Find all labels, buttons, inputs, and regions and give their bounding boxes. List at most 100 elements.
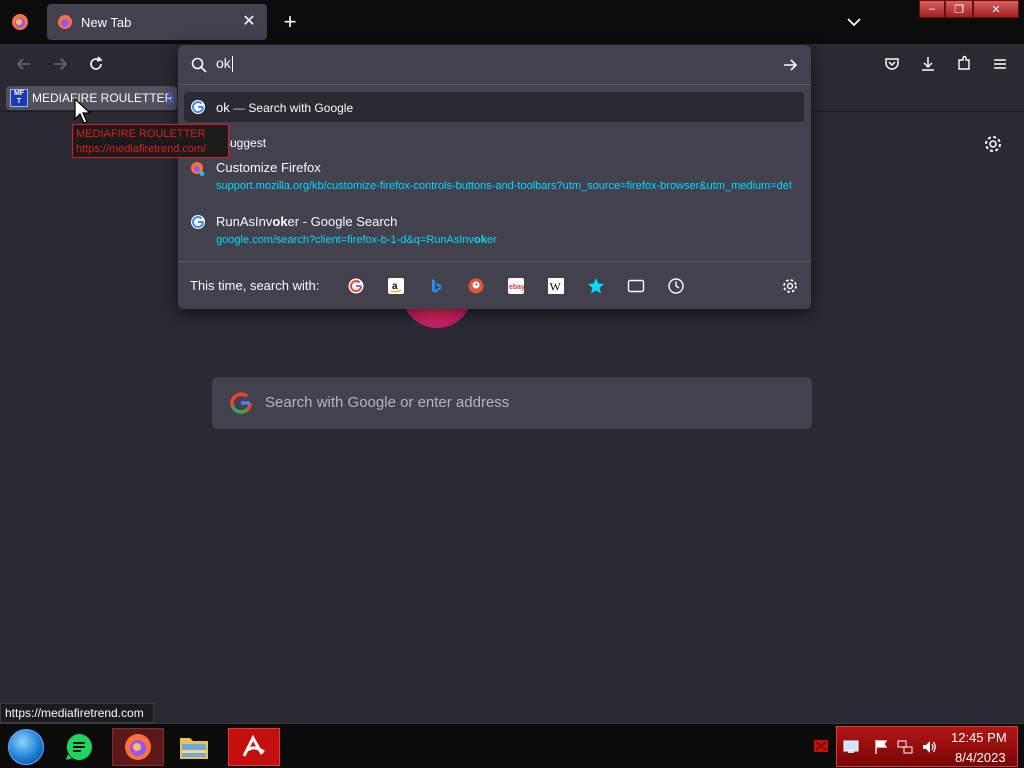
firefox-view-button[interactable] — [0, 0, 40, 44]
download-icon — [922, 57, 934, 71]
result-title-post: er - Google Search — [287, 214, 398, 229]
urlbar-input[interactable]: ok — [216, 55, 776, 75]
tab-strip: New Tab ✕ + – ❐ ✕ — [0, 0, 1024, 44]
taskbar-notes-app[interactable] — [57, 728, 101, 766]
oneoff-wikipedia-button[interactable]: W — [546, 276, 566, 296]
oneoff-history-button[interactable] — [666, 276, 686, 296]
result-title-pre: RunAsInv — [216, 214, 273, 229]
bookmark-favicon: MF T — [10, 89, 28, 107]
app-menu-button[interactable] — [988, 52, 1012, 76]
tab-close-button[interactable]: ✕ — [239, 12, 259, 32]
svg-text:ebay: ebay — [509, 284, 524, 291]
result-url-match: ok — [474, 234, 487, 246]
result-action: Search with Google — [248, 101, 354, 115]
result-title: Customize Firefox — [216, 160, 321, 175]
result-heuristic-search[interactable]: ok — Search with Google — [184, 92, 804, 122]
network-icon[interactable] — [897, 739, 913, 755]
list-all-tabs-button[interactable] — [842, 10, 866, 34]
start-button[interactable] — [4, 728, 48, 766]
google-icon — [191, 100, 205, 114]
clock-time[interactable]: 12:45 PM — [951, 730, 1007, 745]
result-customize-firefox[interactable]: Customize Firefox support.mozilla.org/kb… — [184, 155, 804, 199]
minimize-button[interactable]: – — [919, 0, 945, 18]
puzzle-icon — [958, 55, 970, 70]
close-window-button[interactable]: ✕ — [973, 0, 1019, 18]
search-icon — [191, 57, 207, 73]
firefox-bookmark-icon — [191, 162, 206, 177]
taskbar-file-explorer[interactable] — [172, 728, 216, 766]
tab-new-tab[interactable]: New Tab ✕ — [47, 4, 267, 40]
go-arrow-icon[interactable] — [781, 56, 799, 74]
pocket-button[interactable] — [880, 52, 904, 76]
bookmark-overflow-icon[interactable] — [166, 90, 176, 106]
ebay-icon: ebay — [508, 278, 524, 294]
svg-text:W: W — [550, 280, 562, 294]
bookmark-label: MEDIAFIRE ROULETTER — [32, 91, 174, 105]
urlbar-popup: ok ok — Search with Google Suggest Custo… — [178, 45, 811, 309]
google-icon — [348, 278, 364, 294]
content-search-placeholder: Search with Google or enter address — [265, 394, 510, 411]
pocket-icon — [885, 58, 899, 70]
volume-icon[interactable] — [921, 739, 937, 755]
oneoff-google-button[interactable] — [346, 276, 366, 296]
svg-text:a: a — [392, 281, 398, 292]
hamburger-icon — [994, 59, 1006, 69]
result-url-pre: google.com/search?client=firefox-b-1-d&q… — [216, 234, 475, 246]
result-query: ok — [216, 100, 230, 115]
tab-icon — [627, 279, 645, 293]
taskbar-firefox[interactable] — [112, 728, 164, 766]
chevron-down-icon — [847, 18, 861, 27]
start-orb-icon — [8, 729, 44, 765]
tooltip-url: https://mediafiretrend.com/ — [76, 143, 207, 155]
result-separator: — — [229, 101, 249, 115]
oneoff-ebay-button[interactable]: ebay — [506, 276, 526, 296]
status-panel: https://mediafiretrend.com — [0, 703, 154, 723]
back-button[interactable] — [12, 52, 36, 76]
clock-date[interactable]: 8/4/2023 — [955, 750, 1006, 765]
tooltip-title: MEDIAFIRE ROULETTER — [76, 128, 206, 140]
reload-button[interactable] — [84, 52, 108, 76]
avira-icon — [242, 734, 265, 757]
notification-flag-icon[interactable] — [814, 740, 828, 752]
oneoff-bing-button[interactable] — [426, 276, 446, 296]
action-center-flag-icon[interactable] — [873, 739, 889, 755]
oneoff-duckduckgo-button[interactable] — [466, 276, 486, 296]
text-caret — [231, 56, 233, 73]
network-monitor-icon[interactable] — [843, 739, 859, 755]
bookmark-tooltip: MEDIAFIRE ROULETTER https://mediafiretre… — [72, 124, 229, 158]
star-icon — [588, 278, 604, 294]
clock-icon — [668, 278, 684, 294]
gear-icon — [985, 136, 1001, 152]
google-icon — [230, 392, 252, 414]
result-runasinvoker-search[interactable]: RunAsInvoker - Google Search google.com/… — [184, 209, 804, 253]
result-url-post: er — [486, 234, 497, 246]
search-settings-button[interactable] — [780, 276, 800, 296]
urlbar-input-row: ok — [178, 45, 811, 85]
oneoff-bookmarks-button[interactable] — [586, 276, 606, 296]
gear-icon — [783, 279, 797, 293]
forward-button[interactable] — [48, 52, 72, 76]
firefox-icon — [12, 14, 28, 30]
result-url: support.mozilla.org/kb/customize-firefox… — [216, 180, 791, 192]
restore-button[interactable]: ❐ — [945, 0, 973, 18]
oneoff-amazon-button[interactable]: a — [386, 276, 406, 296]
bing-icon — [432, 279, 441, 293]
one-off-search-buttons: This time, search with: a ebay W — [178, 261, 811, 309]
taskbar-avira[interactable] — [228, 728, 280, 766]
downloads-button[interactable] — [916, 52, 940, 76]
duckduckgo-icon — [468, 278, 484, 294]
content-search-box[interactable]: Search with Google or enter address — [212, 377, 812, 429]
folder-icon — [180, 738, 208, 759]
result-title-match: ok — [272, 214, 288, 229]
extensions-button[interactable] — [952, 52, 976, 76]
google-icon — [191, 215, 205, 229]
newtab-settings-button[interactable] — [982, 133, 1004, 155]
new-tab-button[interactable]: + — [278, 8, 302, 36]
notes-icon — [66, 734, 92, 760]
oneoff-tabs-button[interactable] — [626, 276, 646, 296]
mouse-cursor-icon — [74, 98, 92, 124]
amazon-icon: a — [388, 278, 404, 294]
arrow-left-icon — [16, 58, 30, 70]
wikipedia-icon: W — [548, 278, 564, 294]
firefox-icon — [125, 734, 151, 760]
